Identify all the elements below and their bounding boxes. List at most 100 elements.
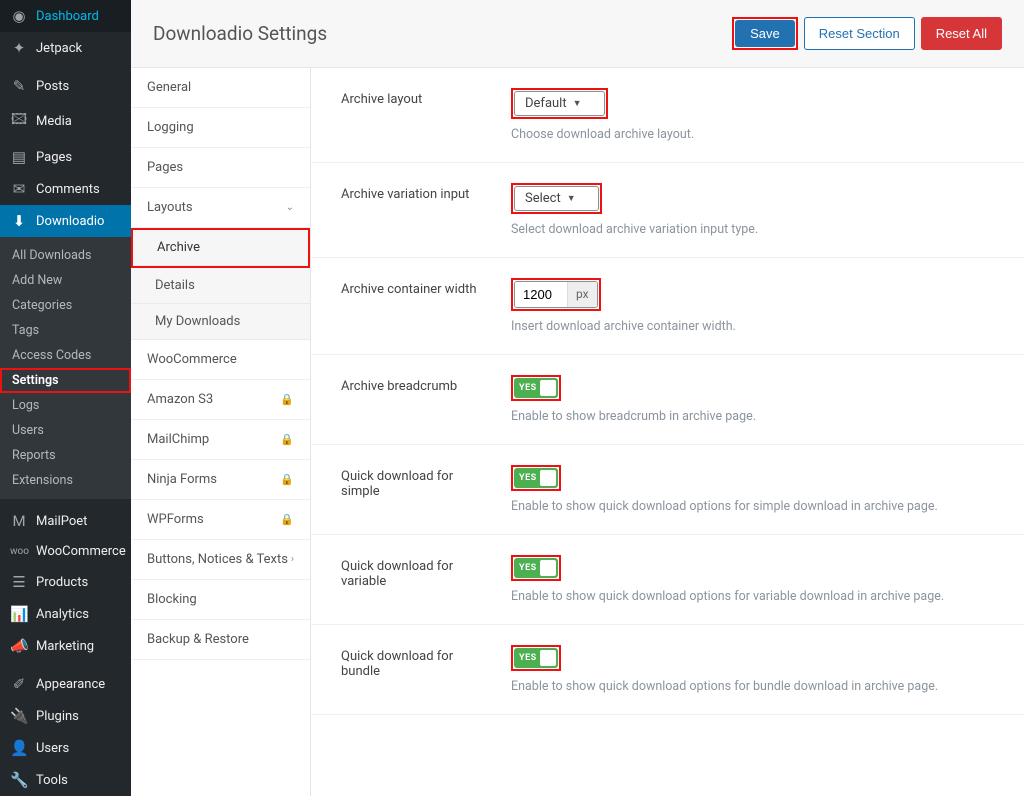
toggle-label: YES — [514, 563, 537, 573]
pin-icon: ✎ — [10, 77, 28, 95]
downloadio-icon: ⬇ — [10, 212, 28, 230]
nav-users[interactable]: 👤 Users — [0, 732, 131, 764]
subnav-reports[interactable]: Reports — [0, 443, 131, 468]
subnav-settings[interactable]: Settings — [0, 368, 131, 393]
subnav-access-codes[interactable]: Access Codes — [0, 343, 131, 368]
tab-backup[interactable]: Backup & Restore — [131, 620, 310, 660]
nav-label: MailPoet — [36, 514, 87, 529]
nav-label: Jetpack — [36, 41, 82, 56]
comments-icon: ✉ — [10, 180, 28, 198]
nav-pages[interactable]: ▤Pages — [0, 141, 131, 173]
field-breadcrumb: Archive breadcrumb YES Enable to show br… — [311, 355, 1024, 445]
nav-analytics[interactable]: 📊Analytics — [0, 598, 131, 630]
tab-woocommerce[interactable]: WooCommerce — [131, 340, 310, 380]
tab-layouts[interactable]: Layouts⌄ — [131, 188, 310, 228]
reset-all-button[interactable]: Reset All — [921, 17, 1002, 50]
toggle-knob — [540, 380, 556, 396]
breadcrumb-toggle[interactable]: YES — [514, 378, 558, 398]
field-label: Archive variation input — [341, 183, 481, 202]
field-label: Quick download for variable — [341, 555, 481, 589]
quick-simple-toggle[interactable]: YES — [514, 468, 558, 488]
pages-icon: ▤ — [10, 148, 28, 166]
nav-media[interactable]: 🖾 Media — [0, 102, 131, 141]
tab-ninja-forms[interactable]: Ninja Forms🔒 — [131, 460, 310, 500]
tab-blocking[interactable]: Blocking — [131, 580, 310, 620]
archive-layout-select[interactable]: Default▼ — [514, 91, 605, 116]
tools-icon: 🔧 — [10, 771, 28, 789]
nav-woocommerce[interactable]: wooWooCommerce — [0, 537, 131, 566]
subnav-tags[interactable]: Tags — [0, 318, 131, 343]
nav-label: Products — [36, 575, 88, 590]
input-highlight: YES — [511, 555, 561, 581]
tab-general[interactable]: General — [131, 68, 310, 108]
subnav-logs[interactable]: Logs — [0, 393, 131, 418]
tab-label: Ninja Forms — [147, 472, 217, 487]
nav-tools[interactable]: 🔧Tools — [0, 764, 131, 796]
field-label: Quick download for simple — [341, 465, 481, 499]
nav-jetpack[interactable]: ✦ Jetpack — [0, 32, 131, 64]
input-highlight: YES — [511, 465, 561, 491]
field-help: Enable to show quick download options fo… — [511, 679, 994, 694]
main-content: Downloadio Settings Save Reset Section R… — [131, 0, 1024, 796]
tab-amazon-s3[interactable]: Amazon S3🔒 — [131, 380, 310, 420]
jetpack-icon: ✦ — [10, 39, 28, 57]
tab-mailchimp[interactable]: MailChimp 🔒 — [131, 420, 310, 460]
quick-bundle-toggle[interactable]: YES — [514, 648, 558, 668]
tab-label: MailChimp — [147, 432, 209, 447]
nav-label: Dashboard — [36, 9, 99, 24]
field-help: Select download archive variation input … — [511, 222, 994, 237]
subtab-my-downloads[interactable]: My Downloads — [131, 304, 310, 340]
input-highlight: Default▼ — [511, 88, 608, 119]
chevron-down-icon: ▼ — [567, 193, 576, 204]
nav-label: Comments — [36, 182, 100, 197]
nav-plugins[interactable]: 🔌Plugins — [0, 700, 131, 732]
save-button[interactable]: Save — [735, 20, 795, 47]
lock-icon: 🔒 — [280, 433, 294, 446]
field-help: Enable to show breadcrumb in archive pag… — [511, 409, 994, 424]
appearance-icon: ✐ — [10, 675, 28, 693]
subnav-users[interactable]: Users — [0, 418, 131, 443]
dashboard-icon: ◉ — [10, 7, 28, 25]
nav-label: Media — [36, 114, 72, 129]
nav-appearance[interactable]: ✐Appearance — [0, 668, 131, 700]
nav-label: WooCommerce — [36, 544, 126, 559]
tab-label: Buttons, Notices & Texts — [147, 552, 288, 567]
archive-variation-select[interactable]: Select ▼ — [514, 186, 599, 211]
subnav-categories[interactable]: Categories — [0, 293, 131, 318]
quick-variable-toggle[interactable]: YES — [514, 558, 558, 578]
container-width-input[interactable] — [515, 282, 567, 307]
subnav-all-downloads[interactable]: All Downloads — [0, 243, 131, 268]
media-icon: 🖾 — [10, 109, 28, 134]
nav-products[interactable]: ☰Products — [0, 566, 131, 598]
subnav-add-new[interactable]: Add New — [0, 268, 131, 293]
nav-label: Users — [36, 741, 69, 756]
nav-marketing[interactable]: 📣Marketing — [0, 630, 131, 662]
tab-wpforms[interactable]: WPForms🔒 — [131, 500, 310, 540]
toggle-label: YES — [514, 473, 537, 483]
subtab-archive[interactable]: Archive — [133, 230, 308, 266]
subnav-extensions[interactable]: Extensions — [0, 468, 131, 493]
nav-dashboard[interactable]: ◉ Dashboard — [0, 0, 131, 32]
select-value: Select — [525, 191, 561, 206]
marketing-icon: 📣 — [10, 637, 28, 655]
input-highlight: Select ▼ — [511, 183, 602, 214]
nav-comments[interactable]: ✉ Comments — [0, 173, 131, 205]
field-label: Archive layout — [341, 88, 481, 107]
subtab-details[interactable]: Details — [131, 268, 310, 304]
users-icon: 👤 — [10, 739, 28, 757]
input-highlight: YES — [511, 645, 561, 671]
nav-posts[interactable]: ✎Posts — [0, 70, 131, 102]
tab-label: Amazon S3 — [147, 392, 213, 407]
nav-downloadio-submenu: All Downloads Add New Categories Tags Ac… — [0, 237, 131, 499]
reset-section-button[interactable]: Reset Section — [804, 17, 915, 50]
field-archive-variation: Archive variation input Select ▼ Select d… — [311, 163, 1024, 258]
tab-logging[interactable]: Logging — [131, 108, 310, 148]
field-quick-simple: Quick download for simple YES Enable to … — [311, 445, 1024, 535]
chevron-down-icon: ⌄ — [286, 202, 294, 213]
field-help: Choose download archive layout. — [511, 127, 994, 142]
nav-mailpoet[interactable]: MMailPoet — [0, 505, 131, 537]
nav-downloadio[interactable]: ⬇Downloadio — [0, 205, 131, 237]
settings-tabs: General Logging Pages Layouts⌄ Archive D… — [131, 68, 311, 796]
tab-buttons-notices[interactable]: Buttons, Notices & Texts› — [131, 540, 310, 580]
tab-pages[interactable]: Pages — [131, 148, 310, 188]
